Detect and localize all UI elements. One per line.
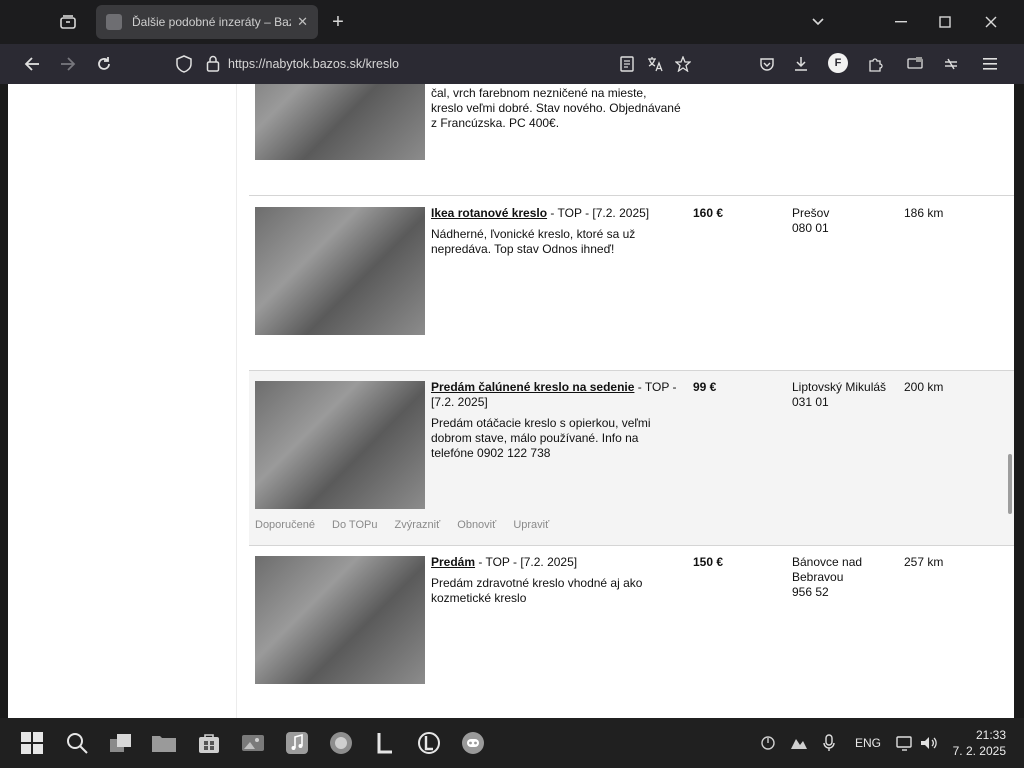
microsoft-store-icon[interactable] xyxy=(196,730,222,756)
listing-distance: 200 km xyxy=(904,380,944,394)
promo-link-renew[interactable]: Obnoviť xyxy=(457,519,496,531)
promo-link-top[interactable]: Do TOPu xyxy=(332,519,377,531)
page-scrollbar-thumb[interactable] xyxy=(1008,454,1012,514)
listing-thumbnail[interactable] xyxy=(255,207,425,335)
listing-description-text: Predám zdravotné kreslo vhodné aj ako ko… xyxy=(431,576,643,605)
promo-link-highlight[interactable]: Zvýrazniť xyxy=(395,519,441,531)
browser-tab-bar: Ďalšie podobné inzeráty – Bazoš ✕ + xyxy=(0,0,1024,44)
listing-zip: 080 01 xyxy=(792,221,829,235)
forward-icon[interactable] xyxy=(56,52,80,76)
left-sidebar-area xyxy=(8,84,237,718)
listing-thumbnail[interactable] xyxy=(255,556,425,684)
promo-link-edit[interactable]: Upraviť xyxy=(513,519,549,531)
listing-title-link[interactable]: Ikea rotanové kreslo xyxy=(431,206,547,220)
reload-icon[interactable] xyxy=(92,52,116,76)
app-menu-hamburger-icon[interactable] xyxy=(979,52,1001,76)
listing-price: 99 € xyxy=(693,380,717,394)
extension-tools-icon[interactable] xyxy=(940,52,962,76)
listing-zip: 031 01 xyxy=(792,395,829,409)
new-tab-button[interactable]: + xyxy=(326,10,350,34)
listing-description-text: Nádherné, ľvonické kreslo, ktoré sa už n… xyxy=(431,227,636,256)
app-pinned-l-icon[interactable] xyxy=(372,730,398,756)
listing-item: čal, vrch farebnom nezničené na mieste, … xyxy=(249,84,1014,195)
reader-view-icon[interactable] xyxy=(616,52,638,76)
listing-description-text: Predám otáčacie kreslo s opierkou, veľmi… xyxy=(431,416,651,460)
tab-overview-icon[interactable] xyxy=(56,11,80,33)
pocket-icon[interactable] xyxy=(756,52,778,76)
listing-location: Bánovce nad Bebravou 956 52 xyxy=(792,555,902,600)
task-view-icon[interactable] xyxy=(108,730,134,756)
extensions-puzzle-icon[interactable] xyxy=(864,52,886,76)
downloads-icon[interactable] xyxy=(790,52,812,76)
close-window-icon[interactable] xyxy=(979,10,1003,34)
account-avatar-icon[interactable]: F xyxy=(828,53,848,73)
tab-title: Ďalšie podobné inzeráty – Bazoš xyxy=(132,15,292,29)
listing-description: Predám čalúnené kreslo na sedenie - TOP … xyxy=(431,380,681,461)
listing-promo-links: Doporučené Do TOPu Zvýrazniť Obnoviť Upr… xyxy=(255,519,563,531)
minimize-icon[interactable] xyxy=(889,10,913,34)
bookmark-star-icon[interactable] xyxy=(672,52,694,76)
maximize-icon[interactable] xyxy=(933,10,957,34)
listing-description: čal, vrch farebnom nezničené na mieste, … xyxy=(431,86,681,131)
url-bar[interactable]: https://nabytok.bazos.sk/kreslo xyxy=(168,48,608,80)
windows-taskbar: ENG 21:33 7. 2. 2025 xyxy=(0,718,1024,768)
listing-city: Bánovce nad Bebravou xyxy=(792,555,863,584)
extension-screen-icon[interactable] xyxy=(904,52,926,76)
listing-location: Liptovský Mikuláš 031 01 xyxy=(792,380,902,410)
tray-display-icon[interactable] xyxy=(896,718,914,768)
listing-item: Predám čalúnené kreslo na sedenie - TOP … xyxy=(249,370,1014,546)
search-icon[interactable] xyxy=(64,730,90,756)
firefox-browser-icon[interactable] xyxy=(328,730,354,756)
browser-nav-bar: https://nabytok.bazos.sk/kreslo F xyxy=(0,44,1024,84)
listing-city: Prešov xyxy=(792,206,830,220)
listing-title-link[interactable]: Predám xyxy=(431,555,475,569)
listing-distance: 186 km xyxy=(904,206,944,220)
back-icon[interactable] xyxy=(20,52,44,76)
clock-time: 21:33 xyxy=(975,728,1006,742)
listing-zip: 956 52 xyxy=(792,585,829,599)
listing-description-text: čal, vrch farebnom nezničené na mieste, … xyxy=(431,86,681,130)
tab-close-icon[interactable]: ✕ xyxy=(297,14,308,30)
promo-link-recommended[interactable]: Doporučené xyxy=(255,519,315,531)
listing-price: 150 € xyxy=(693,555,724,569)
music-app-icon[interactable] xyxy=(284,730,310,756)
tray-microphone-icon[interactable] xyxy=(822,718,836,768)
taskbar-clock[interactable]: 21:33 7. 2. 2025 xyxy=(953,727,1006,759)
tray-app-icon[interactable] xyxy=(790,718,808,768)
discord-icon[interactable] xyxy=(460,730,486,756)
list-all-tabs-icon[interactable] xyxy=(806,10,830,34)
clock-date: 7. 2. 2025 xyxy=(952,744,1006,758)
site-favicon-icon xyxy=(106,14,122,30)
tab-active[interactable]: Ďalšie podobné inzeráty – Bazoš ✕ xyxy=(96,5,318,39)
file-explorer-folder-icon[interactable] xyxy=(151,730,177,756)
tray-volume-icon[interactable] xyxy=(920,718,938,768)
listing-item: Predám - TOP - [7.2. 2025] Predám zdravo… xyxy=(249,545,1014,718)
listing-item: Ikea rotanové kreslo - TOP - [7.2. 2025]… xyxy=(249,195,1014,371)
listing-date: - TOP - [7.2. 2025] xyxy=(478,555,578,569)
url-text: https://nabytok.bazos.sk/kreslo xyxy=(228,57,399,71)
listing-thumbnail[interactable] xyxy=(255,84,425,160)
listing-distance: 257 km xyxy=(904,555,944,569)
listing-price: 160 € xyxy=(693,206,724,220)
photos-app-icon[interactable] xyxy=(240,730,266,756)
app-pinned-lcircle-icon[interactable] xyxy=(416,730,442,756)
tray-network-activity-icon[interactable] xyxy=(760,718,776,768)
tracking-protection-shield-icon[interactable] xyxy=(176,55,192,73)
start-windows-icon[interactable] xyxy=(19,730,45,756)
listing-date: - TOP - [7.2. 2025] xyxy=(550,206,650,220)
page-viewport: čal, vrch farebnom nezničené na mieste, … xyxy=(8,84,1014,718)
listing-city: Liptovský Mikuláš xyxy=(792,380,887,394)
translate-icon[interactable] xyxy=(644,52,666,76)
tray-input-language[interactable]: ENG xyxy=(855,718,881,768)
listing-thumbnail[interactable] xyxy=(255,381,425,509)
listing-description: Ikea rotanové kreslo - TOP - [7.2. 2025]… xyxy=(431,206,681,257)
listing-location: Prešov 080 01 xyxy=(792,206,902,236)
lock-icon[interactable] xyxy=(206,55,220,72)
listing-title-link[interactable]: Predám čalúnené kreslo na sedenie xyxy=(431,380,634,394)
listing-description: Predám - TOP - [7.2. 2025] Predám zdravo… xyxy=(431,555,681,606)
